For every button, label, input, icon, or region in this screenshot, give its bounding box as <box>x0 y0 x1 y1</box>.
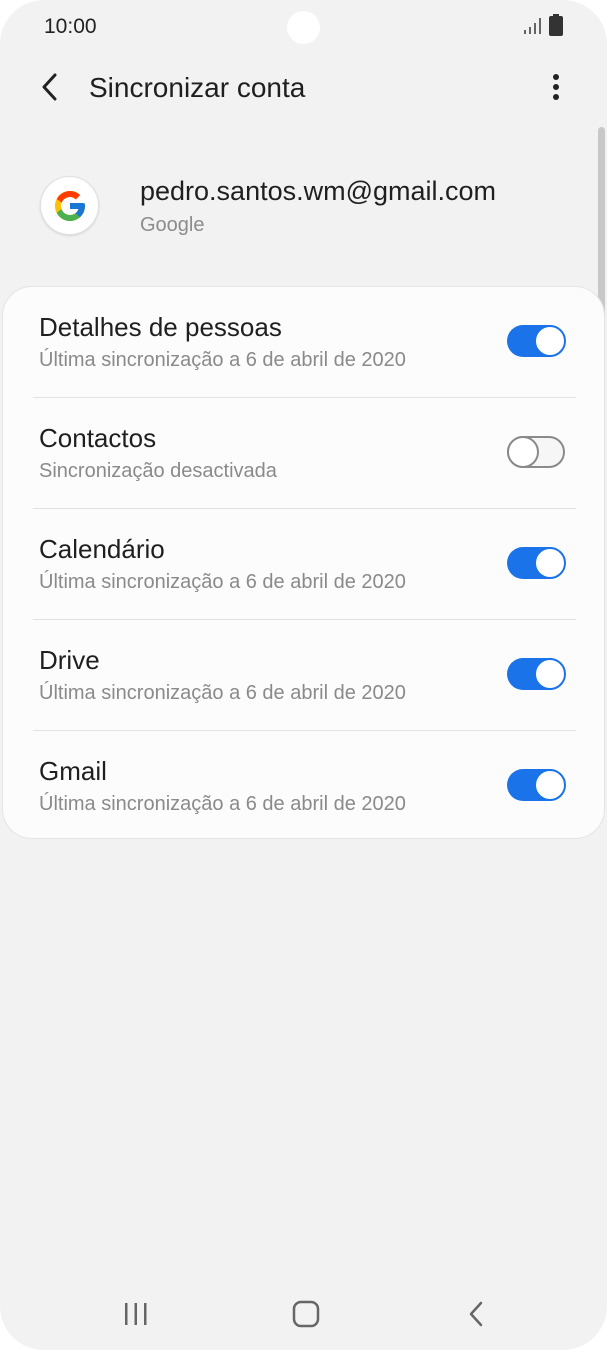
sync-item-detalhes-de-pessoas[interactable]: Detalhes de pessoas Última sincronização… <box>3 287 606 398</box>
sync-toggle[interactable] <box>507 436 565 468</box>
account-header: pedro.santos.wm@gmail.com Google <box>0 160 607 260</box>
phone-screen: 10:00 Sincronizar conta pedro.santos.wm@… <box>0 0 607 1350</box>
more-options-button[interactable] <box>538 66 574 108</box>
back-button[interactable] <box>30 66 70 108</box>
toggle-knob <box>534 769 566 801</box>
toggle-knob <box>534 325 566 357</box>
more-vertical-icon <box>553 74 559 100</box>
toggle-knob <box>534 658 566 690</box>
status-time: 10:00 <box>44 15 97 38</box>
sync-items-card: Detalhes de pessoas Última sincronização… <box>2 286 605 839</box>
camera-cutout <box>287 11 320 44</box>
home-icon <box>292 1300 320 1328</box>
google-logo <box>54 190 85 221</box>
sync-toggle[interactable] <box>507 769 566 801</box>
sync-item-calendario[interactable]: Calendário Última sincronização a 6 de a… <box>3 509 606 620</box>
sync-item-contactos[interactable]: Contactos Sincronização desactivada <box>3 398 606 509</box>
sync-item-title: Detalhes de pessoas <box>39 312 282 342</box>
toggle-knob <box>534 547 566 579</box>
recents-icon <box>125 1303 147 1325</box>
google-logo-avatar <box>40 176 99 235</box>
sync-item-title: Gmail <box>39 756 107 786</box>
sync-item-status: Última sincronização a 6 de abril de 202… <box>39 682 406 704</box>
page-title: Sincronizar conta <box>89 72 306 103</box>
sync-item-status: Sincronização desactivada <box>39 460 277 482</box>
sync-item-title: Contactos <box>39 423 157 453</box>
back-icon <box>469 1301 483 1327</box>
sync-item-status: Última sincronização a 6 de abril de 202… <box>39 571 406 593</box>
recents-button[interactable] <box>111 1294 161 1334</box>
sync-item-gmail[interactable]: Gmail Última sincronização a 6 de abril … <box>3 731 606 842</box>
sync-item-title: Calendário <box>39 534 165 564</box>
home-button[interactable] <box>281 1294 331 1334</box>
battery-icon <box>549 14 563 36</box>
sync-item-title: Drive <box>39 645 100 675</box>
sync-toggle[interactable] <box>507 547 566 579</box>
nav-back-button[interactable] <box>451 1294 501 1334</box>
sync-item-status: Última sincronização a 6 de abril de 202… <box>39 793 406 815</box>
app-header: Sincronizar conta <box>0 56 607 120</box>
sync-item-status: Última sincronização a 6 de abril de 202… <box>39 349 406 371</box>
account-email: pedro.santos.wm@gmail.com <box>140 176 497 206</box>
signal-icon <box>524 18 541 34</box>
status-bar: 10:00 <box>0 0 607 56</box>
sync-toggle[interactable] <box>507 325 566 357</box>
navigation-bar <box>0 1280 607 1350</box>
sync-item-drive[interactable]: Drive Última sincronização a 6 de abril … <box>3 620 606 731</box>
chevron-left-icon <box>42 73 57 101</box>
toggle-knob <box>507 436 539 468</box>
sync-toggle[interactable] <box>507 658 566 690</box>
account-type: Google <box>140 214 205 236</box>
